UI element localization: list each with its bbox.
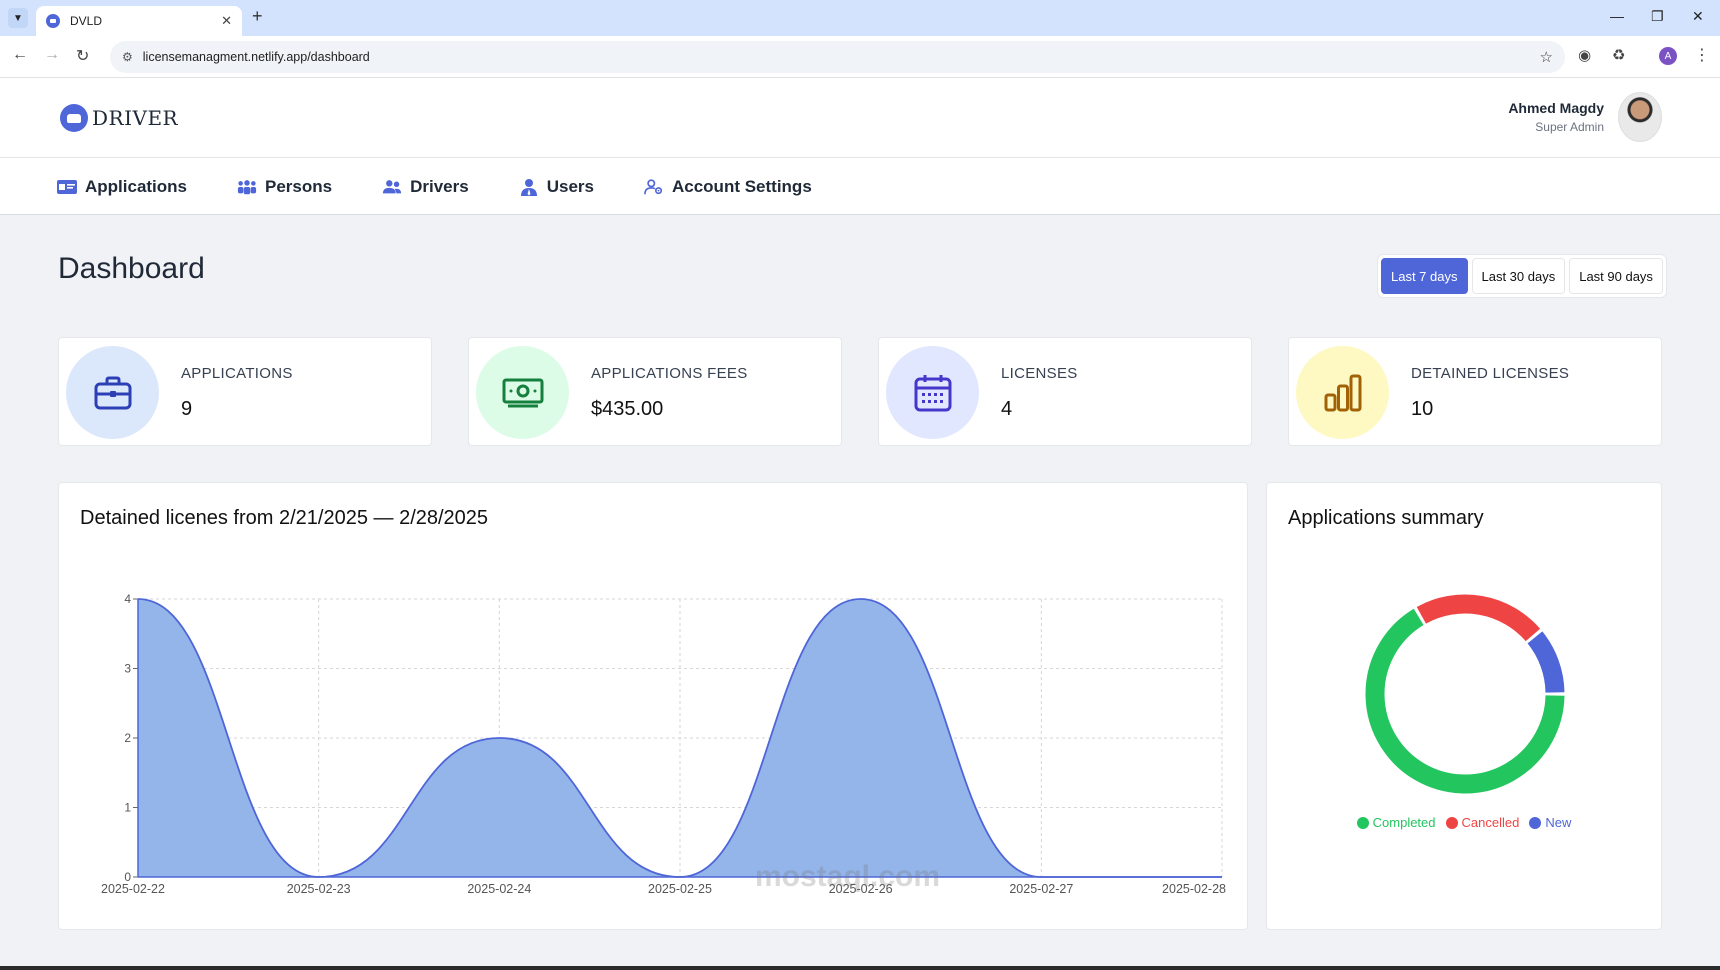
bookmark-star-icon[interactable]: ☆ — [1540, 48, 1553, 66]
legend-dot — [1529, 816, 1542, 829]
stat-value: $435.00 — [591, 398, 664, 420]
browser-tab[interactable]: DVLD ✕ — [36, 6, 242, 36]
applications-summary-panel: Applications summary Completed Cancelled N… — [1266, 482, 1662, 930]
stat-card-licenses: LICENSES 4 — [878, 337, 1252, 446]
range-button-7-days[interactable]: Last 7 days — [1381, 258, 1468, 294]
id-card-icon — [57, 179, 77, 195]
tab-list-chevron-icon[interactable]: ▼ — [8, 8, 28, 28]
logo[interactable]: DRIVER — [60, 104, 178, 132]
date-range-selector: Last 7 days Last 30 days Last 90 days — [1377, 254, 1667, 298]
nav-item-persons[interactable]: Persons — [237, 177, 332, 197]
people-group-icon — [237, 179, 257, 195]
legend-item-completed[interactable]: Completed — [1356, 815, 1436, 830]
x-tick-label: 2025-02-23 — [287, 882, 351, 896]
new-tab-plus-icon[interactable]: + — [252, 6, 263, 27]
users-icon — [382, 179, 402, 195]
nav-item-account-settings[interactable]: Account Settings — [644, 177, 812, 197]
main-nav: Applications Persons Drivers Users Accou… — [0, 158, 1720, 215]
restore-icon[interactable]: ❐ — [1651, 8, 1664, 25]
browser-menu-icon[interactable]: ⋮ — [1694, 45, 1710, 65]
logo-text: DRIVER — [92, 106, 179, 130]
range-button-30-days[interactable]: Last 30 days — [1471, 258, 1566, 294]
stat-card-detained-licenses: DETAINED LICENSES 10 — [1288, 337, 1662, 446]
legend-label: Cancelled — [1461, 815, 1520, 830]
stat-label: APPLICATIONS FEES — [591, 365, 748, 382]
avatar[interactable] — [1618, 92, 1662, 142]
extensions-puzzle-icon[interactable]: ♻ — [1612, 46, 1625, 64]
page-title: Dashboard — [58, 252, 205, 285]
legend-label: Completed — [1372, 815, 1436, 830]
bar-chart-icon — [1296, 346, 1389, 439]
stat-value: 9 — [181, 398, 193, 420]
detained-licenses-chart-panel: Detained licenes from 2/21/2025 — 2/28/2… — [58, 482, 1248, 930]
x-tick-label: 2025-02-25 — [648, 882, 712, 896]
donut-chart — [1365, 594, 1565, 794]
stat-label: LICENSES — [1001, 365, 1078, 382]
favicon-icon — [46, 14, 60, 28]
watermark: mostaql.com — [755, 860, 941, 893]
user-role: Super Admin — [1535, 120, 1604, 134]
nav-label: Persons — [265, 176, 333, 196]
forward-arrow-icon[interactable]: → — [44, 46, 60, 64]
nav-item-users[interactable]: Users — [519, 177, 594, 197]
donut-slice-new — [1527, 631, 1565, 693]
legend-dot — [1356, 816, 1369, 829]
donut-slice-cancelled — [1416, 594, 1541, 642]
url-field[interactable]: ⚙ licensemanagment.netlify.app/dashboard… — [110, 41, 1565, 73]
nav-label: Account Settings — [671, 176, 812, 196]
legend-item-new[interactable]: New — [1529, 815, 1571, 830]
legend-item-cancelled[interactable]: Cancelled — [1445, 815, 1520, 830]
close-tab-icon[interactable]: ✕ — [221, 13, 232, 29]
legend-label: New — [1545, 815, 1572, 830]
profile-avatar[interactable]: A — [1659, 47, 1677, 65]
nav-label: Drivers — [410, 176, 469, 196]
url-text: licensemanagment.netlify.app/dashboard — [142, 50, 370, 64]
x-tick-label: 2025-02-27 — [1009, 882, 1073, 896]
y-tick-label: 4 — [124, 592, 131, 606]
tab-title: DVLD — [70, 14, 103, 28]
minimize-icon[interactable]: — — [1610, 8, 1624, 24]
stat-card-fees: APPLICATIONS FEES $435.00 — [468, 337, 842, 446]
taskbar-edge — [0, 966, 1720, 970]
stat-label: DETAINED LICENSES — [1411, 365, 1570, 382]
stat-value: 4 — [1001, 398, 1013, 420]
stat-value: 10 — [1411, 398, 1434, 420]
money-bill-icon — [476, 346, 569, 439]
nav-label: Applications — [85, 176, 188, 196]
x-tick-label: 2025-02-22 — [101, 882, 165, 896]
x-tick-label: 2025-02-24 — [467, 882, 531, 896]
y-tick-label: 2 — [124, 731, 131, 745]
stat-label: APPLICATIONS — [181, 365, 293, 382]
nav-item-applications[interactable]: Applications — [57, 177, 187, 197]
briefcase-icon — [66, 346, 159, 439]
app-header: DRIVER Ahmed Magdy Super Admin — [0, 78, 1720, 158]
user-name: Ahmed Magdy — [1508, 100, 1604, 116]
nav-label: Users — [546, 176, 594, 196]
y-tick-label: 3 — [124, 662, 131, 676]
site-settings-icon[interactable]: ⚙ — [122, 50, 133, 64]
car-logo-icon — [60, 104, 88, 132]
calendar-icon — [886, 346, 979, 439]
reload-icon[interactable]: ↻ — [76, 46, 89, 66]
x-tick-label: 2025-02-28 — [1162, 882, 1226, 896]
back-arrow-icon[interactable]: ← — [12, 46, 28, 64]
donut-legend: Completed Cancelled New — [1267, 815, 1661, 830]
user-tie-icon — [519, 178, 539, 196]
close-window-icon[interactable]: ✕ — [1692, 8, 1704, 25]
legend-dot — [1445, 816, 1458, 829]
address-bar-area: ← → ↻ ⚙ licensemanagment.netlify.app/das… — [0, 36, 1720, 78]
stat-card-applications: APPLICATIONS 9 — [58, 337, 432, 446]
user-gear-icon — [644, 178, 664, 195]
donut-slice-completed — [1365, 608, 1565, 794]
extension-globe-icon[interactable]: ◉ — [1578, 46, 1591, 64]
nav-item-drivers[interactable]: Drivers — [382, 177, 469, 197]
user-menu[interactable]: Ahmed Magdy Super Admin — [1508, 92, 1662, 142]
area-chart: 012342025-02-22 2025-02-23 2025-02-24 2025-… — [101, 592, 1226, 896]
range-button-90-days[interactable]: Last 90 days — [1569, 258, 1663, 294]
browser-tab-bar: ▼ DVLD ✕ + — ❐ ✕ — [0, 0, 1720, 36]
y-tick-label: 1 — [124, 801, 131, 815]
